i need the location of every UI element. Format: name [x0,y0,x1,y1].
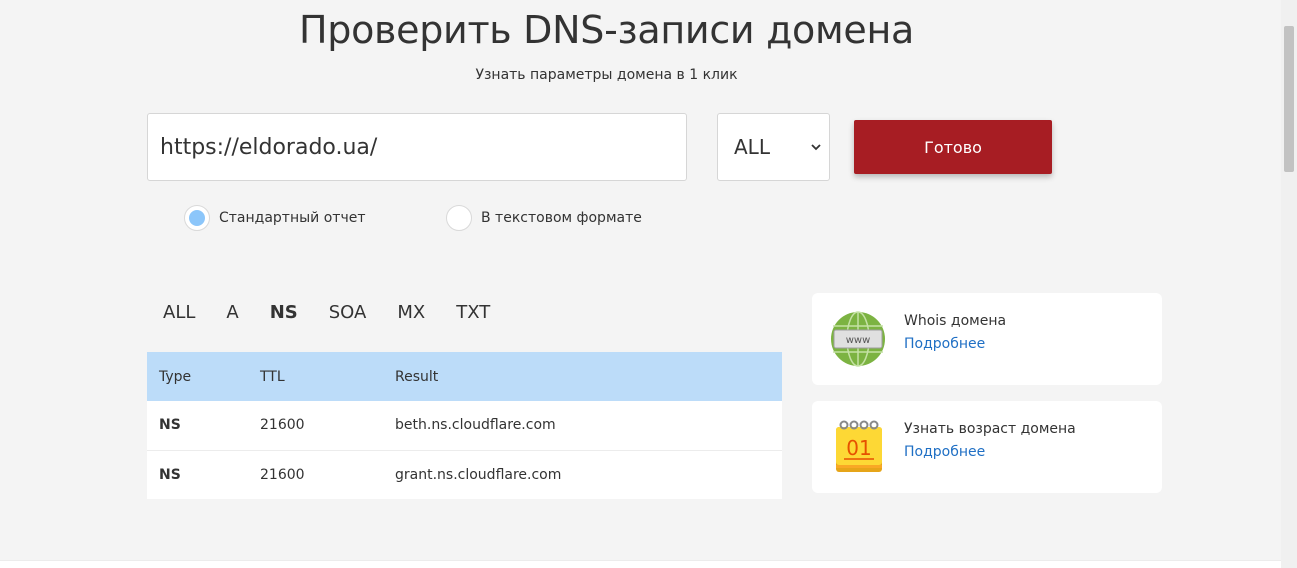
radio-standard-report[interactable]: Стандартный отчет [184,205,365,231]
domain-url-input[interactable] [147,113,687,181]
radio-circle-checked [184,205,210,231]
vertical-scrollbar[interactable] [1281,0,1297,568]
tab-txt[interactable]: TXT [456,302,490,323]
table-body: NS 21600 beth.ns.cloudflare.com NS 21600… [147,401,782,499]
table-row: NS 21600 grant.ns.cloudflare.com [147,450,782,499]
whois-card: www Whois домена Подробнее [812,293,1162,385]
card-title: Узнать возраст домена [904,421,1076,437]
record-type-selected-value: ALL [734,135,770,159]
radio-text-format[interactable]: В текстовом формате [446,205,642,231]
tab-mx[interactable]: MX [397,302,425,323]
cell-type: NS [159,417,181,434]
calendar-icon: 01 [836,420,882,472]
chevron-down-icon [811,144,821,151]
domain-age-more-link[interactable]: Подробнее [904,444,985,460]
cell-type: NS [159,466,181,483]
cell-result: beth.ns.cloudflare.com [395,417,556,434]
tab-a[interactable]: A [226,302,238,323]
radio-circle-unchecked [446,205,472,231]
cell-result: grant.ns.cloudflare.com [395,466,562,483]
table-header: Type TTL Result [147,352,782,401]
domain-age-card: 01 Узнать возраст домена Подробнее [812,401,1162,493]
radio-label: В текстовом формате [481,210,642,226]
svg-text:www: www [846,335,871,346]
column-header-result: Result [395,368,439,385]
submit-button[interactable]: Готово [854,120,1052,174]
page-subtitle: Узнать параметры домена в 1 клик [475,67,738,83]
column-header-type: Type [159,368,192,385]
tab-soa[interactable]: SOA [329,302,367,323]
tab-ns[interactable]: NS [270,302,298,323]
whois-more-link[interactable]: Подробнее [904,336,985,352]
page: Проверить DNS-записи домена Узнать парам… [0,0,1281,568]
table-header-row: Type TTL Result [147,352,782,401]
radio-label: Стандартный отчет [219,210,366,226]
record-type-tabs: ALL A NS SOA MX TXT [163,302,521,323]
cell-ttl: 21600 [260,417,305,434]
card-title: Whois домена [904,313,1007,329]
column-header-ttl: TTL [260,368,285,385]
record-type-select[interactable]: ALL [717,113,830,181]
radio-dot [189,210,205,226]
table-row: NS 21600 beth.ns.cloudflare.com [147,401,782,450]
scrollbar-thumb[interactable] [1284,26,1294,172]
www-globe-icon: www [831,311,885,367]
page-title: Проверить DNS-записи домена [299,8,914,52]
dns-results-table: Type TTL Result NS 21600 beth.ns.cloudfl… [147,352,782,499]
cell-ttl: 21600 [260,466,305,483]
tab-all[interactable]: ALL [163,302,195,323]
footer-divider [0,560,1281,568]
svg-text:01: 01 [846,436,871,460]
